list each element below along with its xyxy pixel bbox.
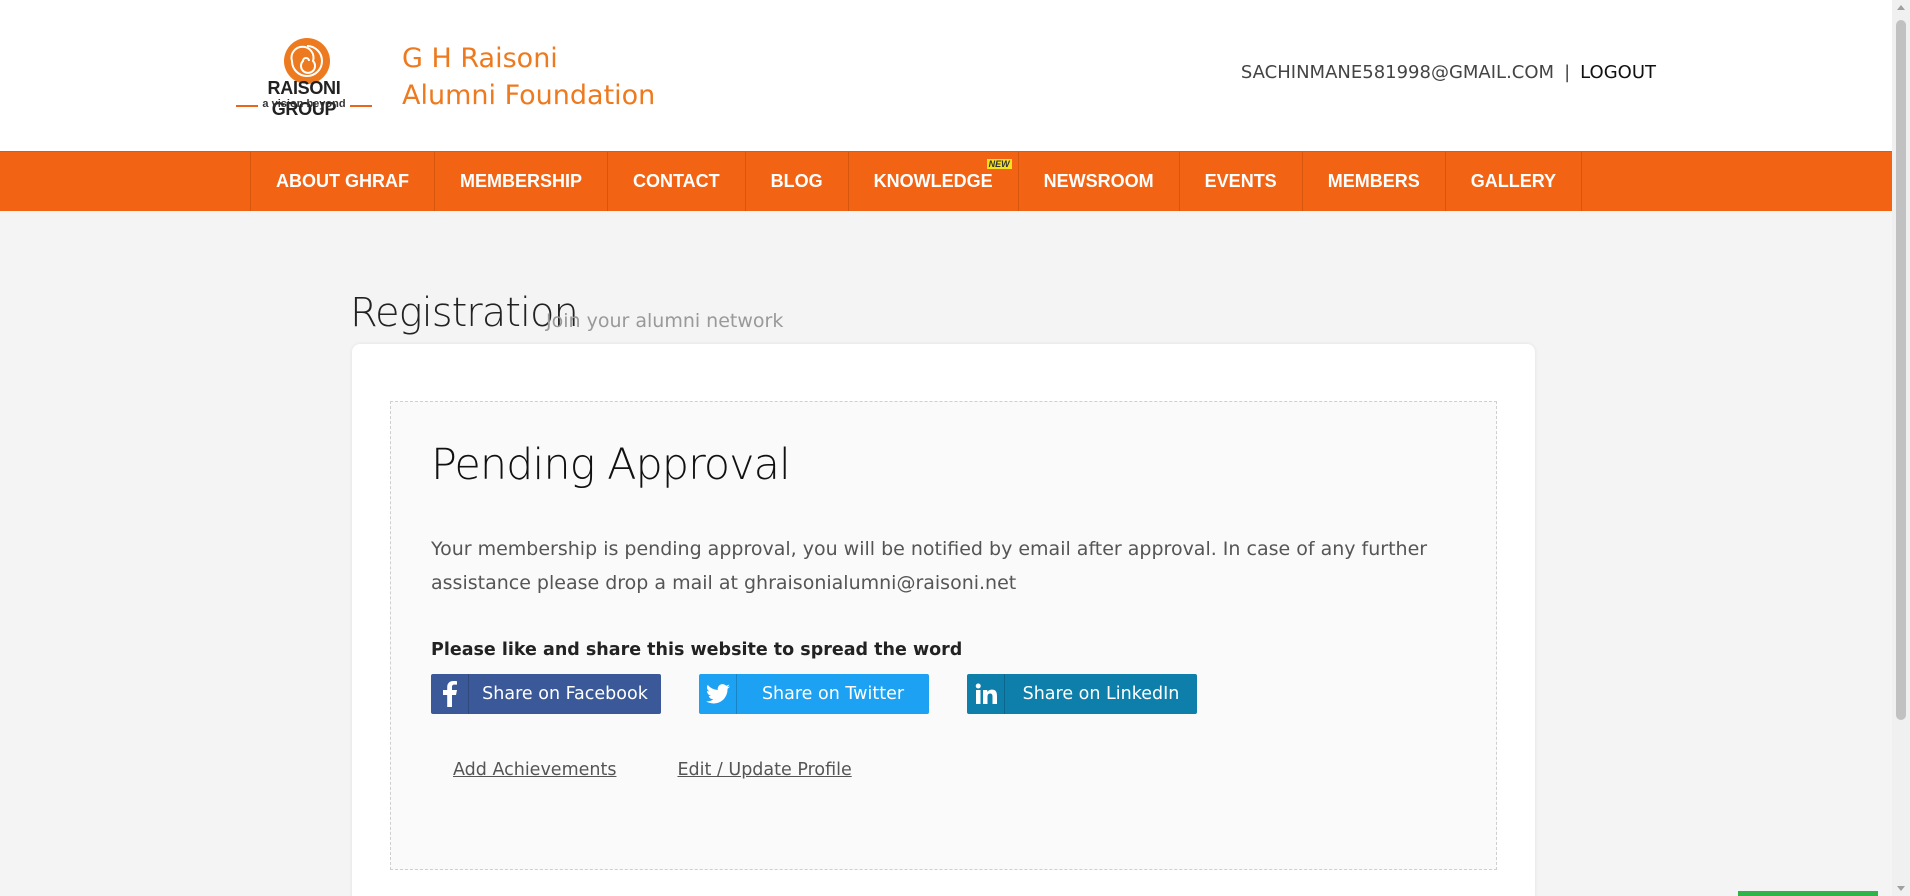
user-email[interactable]: SACHINMANE581998@GMAIL.COM xyxy=(1241,62,1554,83)
share-linkedin-label: Share on LinkedIn xyxy=(1022,684,1180,704)
twitter-icon xyxy=(699,674,737,714)
nav-item-members[interactable]: MEMBERS xyxy=(1303,152,1446,211)
logo-rule-right xyxy=(350,105,372,107)
main-nav: ABOUT GHRAF MEMBERSHIP CONTACT BLOG KNOW… xyxy=(0,151,1892,211)
logo-tagline: a vision beyond xyxy=(262,98,346,110)
page-subtitle: Join your alumni network xyxy=(546,310,784,332)
share-buttons: Share on Facebook Share on Twitter Share… xyxy=(431,674,1197,714)
nav-item-events[interactable]: EVENTS xyxy=(1180,152,1303,211)
linkedin-icon xyxy=(967,674,1005,714)
registration-card: Pending Approval Your membership is pend… xyxy=(352,344,1535,896)
nav-item-contact[interactable]: CONTACT xyxy=(608,152,746,211)
share-twitter-button[interactable]: Share on Twitter xyxy=(699,674,929,714)
share-linkedin-button[interactable]: Share on LinkedIn xyxy=(967,674,1197,714)
raisoni-group-logo[interactable]: RAISONI GROUP a vision beyond xyxy=(234,36,374,119)
pending-approval-message: Your membership is pending approval, you… xyxy=(431,538,1428,594)
nav-item-membership[interactable]: MEMBERSHIP xyxy=(435,152,609,211)
nav-item-gallery[interactable]: GALLERY xyxy=(1446,152,1583,211)
nav-item-knowledge[interactable]: KNOWLEDGE NEW xyxy=(849,152,1019,211)
nav-item-newsroom[interactable]: NEWSROOM xyxy=(1019,152,1180,211)
nav-item-knowledge-label: KNOWLEDGE xyxy=(873,171,993,191)
new-badge: NEW xyxy=(986,159,1012,169)
floating-action-tab[interactable] xyxy=(1738,891,1878,896)
scroll-up-arrow-icon[interactable] xyxy=(1897,5,1905,10)
brand-line-1: G H Raisoni xyxy=(402,43,558,74)
pending-approval-title: Pending Approval xyxy=(431,440,791,490)
page-title: Registration xyxy=(350,290,579,336)
logout-link[interactable]: LOGOUT xyxy=(1580,62,1656,83)
user-area: SACHINMANE581998@GMAIL.COM | LOGOUT xyxy=(1241,62,1656,83)
vertical-scrollbar[interactable] xyxy=(1892,0,1910,896)
nav-item-blog[interactable]: BLOG xyxy=(746,152,849,211)
brand-name[interactable]: G H Raisoni Alumni Foundation xyxy=(402,40,655,114)
nav-item-about-ghraf[interactable]: ABOUT GHRAF xyxy=(251,152,435,211)
edit-profile-link[interactable]: Edit / Update Profile xyxy=(677,760,851,780)
user-separator: | xyxy=(1564,62,1571,83)
share-prompt: Please like and share this website to sp… xyxy=(431,640,963,660)
scroll-thumb[interactable] xyxy=(1896,20,1906,720)
facebook-icon xyxy=(431,674,469,714)
site-header: RAISONI GROUP a vision beyond G H Raison… xyxy=(0,0,1892,151)
brand-line-2: Alumni Foundation xyxy=(402,80,656,111)
scroll-down-arrow-icon[interactable] xyxy=(1897,886,1905,891)
pending-approval-panel: Pending Approval Your membership is pend… xyxy=(390,401,1497,870)
share-facebook-label: Share on Facebook xyxy=(482,684,648,704)
profile-links: Add Achievements Edit / Update Profile xyxy=(453,760,852,780)
share-twitter-label: Share on Twitter xyxy=(761,684,905,704)
share-facebook-button[interactable]: Share on Facebook xyxy=(431,674,661,714)
add-achievements-link[interactable]: Add Achievements xyxy=(453,760,616,780)
nav-list: ABOUT GHRAF MEMBERSHIP CONTACT BLOG KNOW… xyxy=(250,152,1583,211)
